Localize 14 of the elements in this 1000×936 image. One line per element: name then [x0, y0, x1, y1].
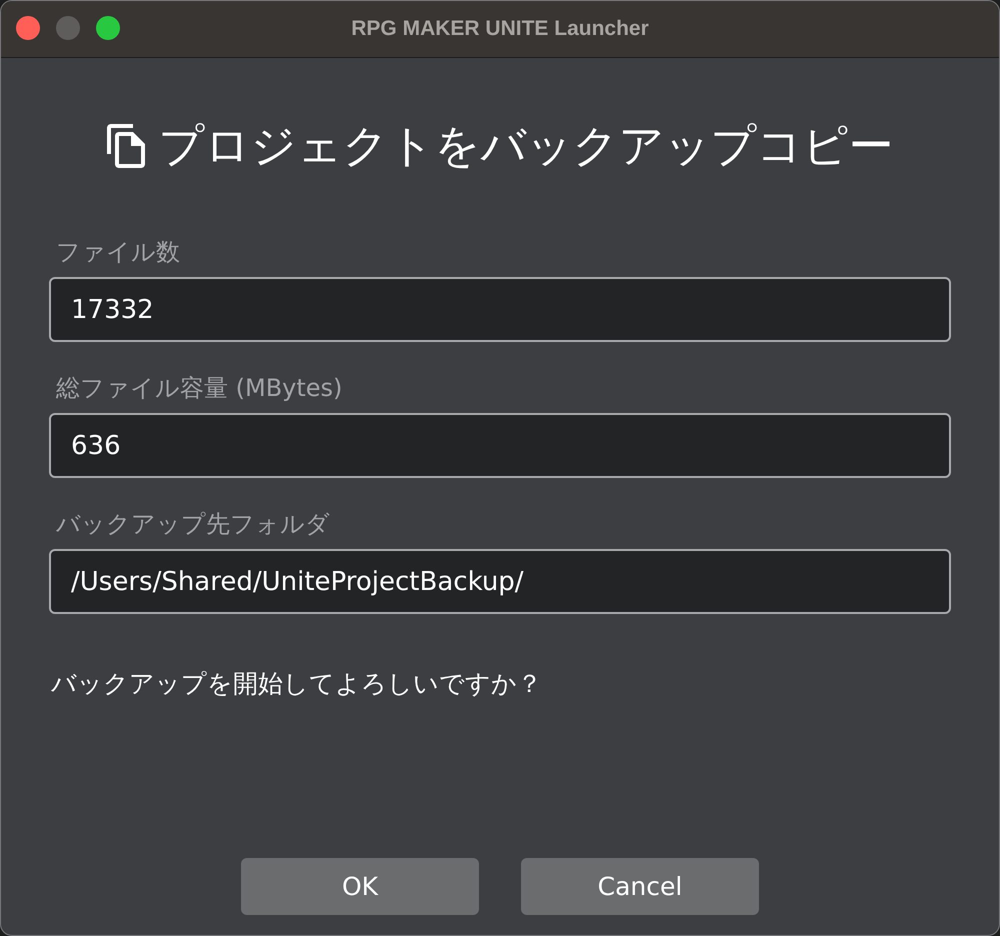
- input-field[interactable]: 636: [49, 413, 951, 478]
- field-label: バックアップ先フォルダ: [55, 509, 330, 540]
- close-button[interactable]: [16, 16, 40, 40]
- input-field[interactable]: 17332: [49, 277, 951, 342]
- field-label: ファイル数: [55, 237, 180, 268]
- field-label: 総ファイル容量 (MBytes): [55, 373, 342, 404]
- input-field[interactable]: /Users/Shared/UniteProjectBackup/: [49, 549, 951, 614]
- dialog-button[interactable]: OK: [241, 858, 479, 915]
- dialog-heading: プロジェクトをバックアップコピー: [158, 118, 894, 174]
- copy-icon: [106, 124, 144, 168]
- window-title: RPG MAKER UNITE Launcher: [351, 17, 649, 41]
- confirm-message: バックアップを開始してよろしいですか？: [50, 668, 542, 700]
- zoom-button[interactable]: [96, 16, 120, 40]
- dialog-button[interactable]: Cancel: [521, 858, 759, 915]
